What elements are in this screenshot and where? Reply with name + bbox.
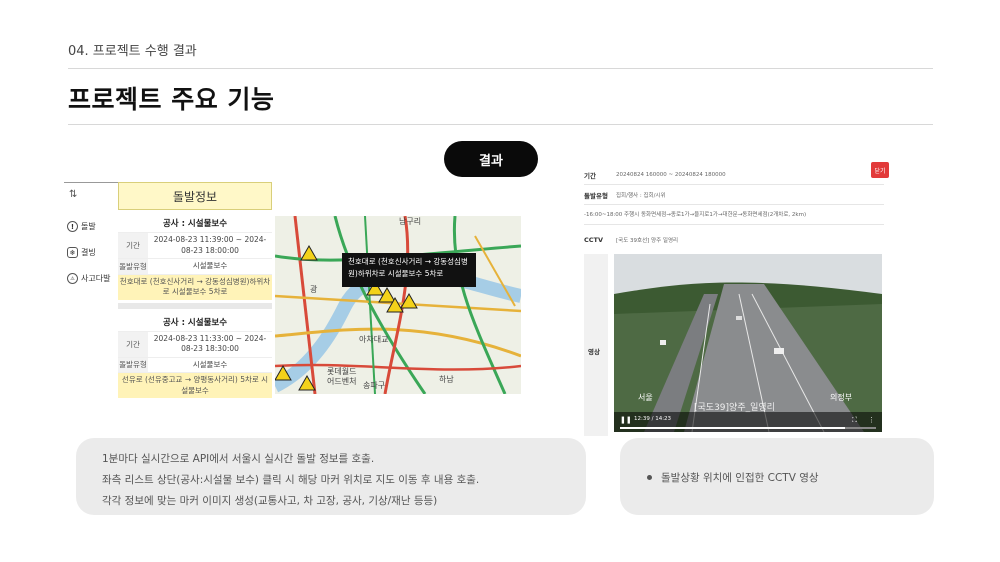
card-title: 공사 : 시설물보수 <box>162 219 228 229</box>
map-label: 아차대교 <box>359 335 389 344</box>
sort-icon[interactable]: ⇅ <box>69 189 77 200</box>
video-controls: ❚❚ 12:39 / 14:23 ⛶ ⋮ <box>614 412 882 432</box>
map-label: 광 <box>310 285 318 294</box>
video-label: 영상 <box>588 348 600 356</box>
period-label: 기간 <box>118 331 148 357</box>
video-progress-fill <box>620 427 846 429</box>
page-title: 프로젝트 주요 기능 <box>68 85 275 114</box>
description-box-left: 1분마다 실시간으로 API에서 서울시 실시간 돌발 정보를 호출. 좌측 리… <box>76 438 586 515</box>
video-time: 12:39 / 14:23 <box>634 416 672 422</box>
detail-row-period: 기간 20240824 160000 ~ 20240824 180000 <box>584 170 884 180</box>
detail-label: 돌발유형 <box>584 192 608 200</box>
cctv-video-player[interactable]: [국도39]양주_일영리 서울 의정부 ❚❚ 12:39 / 14:23 ⛶ ⋮ <box>614 254 882 432</box>
detail-value: -16:00~18:00 주행시 동화면세점→종로1가→을지로1가→대한문→동화… <box>584 212 807 218</box>
description-line: 좌측 리스트 상단(공사:시설물 보수) 클릭 시 해당 마커 위치로 지도 이… <box>102 474 480 486</box>
sidebar-item-label: 돌발 <box>81 222 96 231</box>
detail-label: CCTV <box>584 236 604 244</box>
detail-row-description: -16:00~18:00 주행시 동화면세점→종로1가→을지로1가→대한문→동화… <box>584 210 884 218</box>
detail-value: 집회/행사 : 집회/시위 <box>616 193 666 199</box>
type-label: 돌발유형 <box>118 259 148 274</box>
more-options-icon[interactable]: ⋮ <box>868 416 875 424</box>
list-header: 돌발정보 <box>118 182 272 210</box>
section-label: 04. 프로젝트 수행 결과 <box>68 44 197 59</box>
sidebar-item-label: 결빙 <box>81 248 96 257</box>
video-label-column: 영상 <box>584 254 608 436</box>
result-button[interactable]: 결과 <box>444 141 538 177</box>
type-label: 돌발유형 <box>118 357 148 372</box>
card-title: 공사 : 시설물보수 <box>162 317 228 328</box>
type-value: 시설물보수 <box>192 261 228 270</box>
fullscreen-icon[interactable]: ⛶ <box>852 416 857 425</box>
header-divider <box>68 68 933 69</box>
period-label: 기간 <box>118 233 148 258</box>
video-direction-left: 서울 <box>638 393 653 402</box>
type-value: 시설물보수 <box>192 359 228 369</box>
bullet-dot-icon <box>647 475 652 480</box>
card-divider <box>118 302 272 309</box>
traffic-map[interactable]: 남구리 광 아차대교 롯데월드 어드벤처 송파구 하남 천호대로 (천호신사거리… <box>275 216 521 394</box>
detail-row-cctv: CCTV [국도 39호선] 양주 일영리 <box>584 236 884 244</box>
incident-card[interactable]: 공사 : 시설물보수 기간 2024-08-23 11:39:00 ~ 2024… <box>118 215 272 300</box>
route-text: 천호대로 (천호신사거리 → 강동성심병원)하위차로 시설물보수 5차로 <box>119 276 271 297</box>
sidebar-item-accident[interactable]: ⚠ 사고다발 <box>67 273 110 284</box>
snow-cloud-icon: ❄ <box>67 247 78 258</box>
title-divider <box>68 124 933 125</box>
period-value: 2024-08-23 11:39:00 ~ 2024-08-23 18:00:0… <box>153 235 267 255</box>
detail-value: [국도 39호선] 양주 일영리 <box>616 238 679 244</box>
play-pause-icon[interactable]: ❚❚ <box>620 416 632 424</box>
map-label: 하남 <box>439 375 454 384</box>
detail-row-type: 돌발유형 집회/행사 : 집회/시위 <box>584 190 884 200</box>
detail-divider <box>584 224 884 225</box>
detail-value: 20240824 160000 ~ 20240824 180000 <box>616 172 726 178</box>
description-line: 각각 정보에 맞는 마커 이미지 생성(교통사고, 차 고장, 공사, 기상/재… <box>102 495 438 507</box>
bullet-text: 돌발상황 위치에 인접한 CCTV 영상 <box>661 472 819 484</box>
detail-divider <box>584 184 884 185</box>
detail-label: 기간 <box>584 172 596 180</box>
map-label: 남구리 <box>399 217 422 226</box>
description-line: 1분마다 실시간으로 API에서 서울시 실시간 돌발 정보를 호출. <box>102 453 375 465</box>
video-direction-right: 의정부 <box>830 393 853 402</box>
sidebar-item-incident[interactable]: ! 돌발 <box>67 221 96 232</box>
detail-divider <box>584 204 884 205</box>
sidebar-item-label: 사고다발 <box>81 274 111 283</box>
close-button[interactable]: 닫기 <box>871 162 889 178</box>
incident-detail-panel: 기간 20240824 160000 ~ 20240824 180000 닫기 … <box>584 160 892 438</box>
accident-icon: ⚠ <box>67 273 78 284</box>
map-roads <box>275 216 521 394</box>
alert-circle-icon: ! <box>67 221 78 232</box>
incident-list-panel: ⇅ ! 돌발 ❄ 결빙 ⚠ 사고다발 돌발정보 공사 : 시설물보수 기간 20… <box>64 182 272 406</box>
category-sidebar: ⇅ ! 돌발 ❄ 결빙 ⚠ 사고다발 <box>64 182 118 406</box>
map-tooltip: 천호대로 (천호신사거리 → 강동성심병원)하위차로 시설물보수 5차로 <box>342 253 476 287</box>
period-value: 2024-08-23 11:33:00 ~ 2024-08-23 18:30:0… <box>153 333 267 354</box>
video-progress-bar[interactable] <box>620 427 876 429</box>
incident-list: 돌발정보 공사 : 시설물보수 기간 2024-08-23 11:39:00 ~… <box>118 182 272 406</box>
route-text: 선유로 (선유중고교 → 양평동사거리) 5차로 시설물보수 <box>121 375 269 395</box>
map-label: 송파구 <box>363 381 386 390</box>
incident-card[interactable]: 공사 : 시설물보수 기간 2024-08-23 11:33:00 ~ 2024… <box>118 314 272 398</box>
map-label: 어드벤처 <box>327 377 357 386</box>
sidebar-item-ice[interactable]: ❄ 결빙 <box>67 247 96 258</box>
description-box-right: 돌발상황 위치에 인접한 CCTV 영상 <box>620 438 934 515</box>
description-bullet: 돌발상황 위치에 인접한 CCTV 영상 <box>647 470 819 485</box>
